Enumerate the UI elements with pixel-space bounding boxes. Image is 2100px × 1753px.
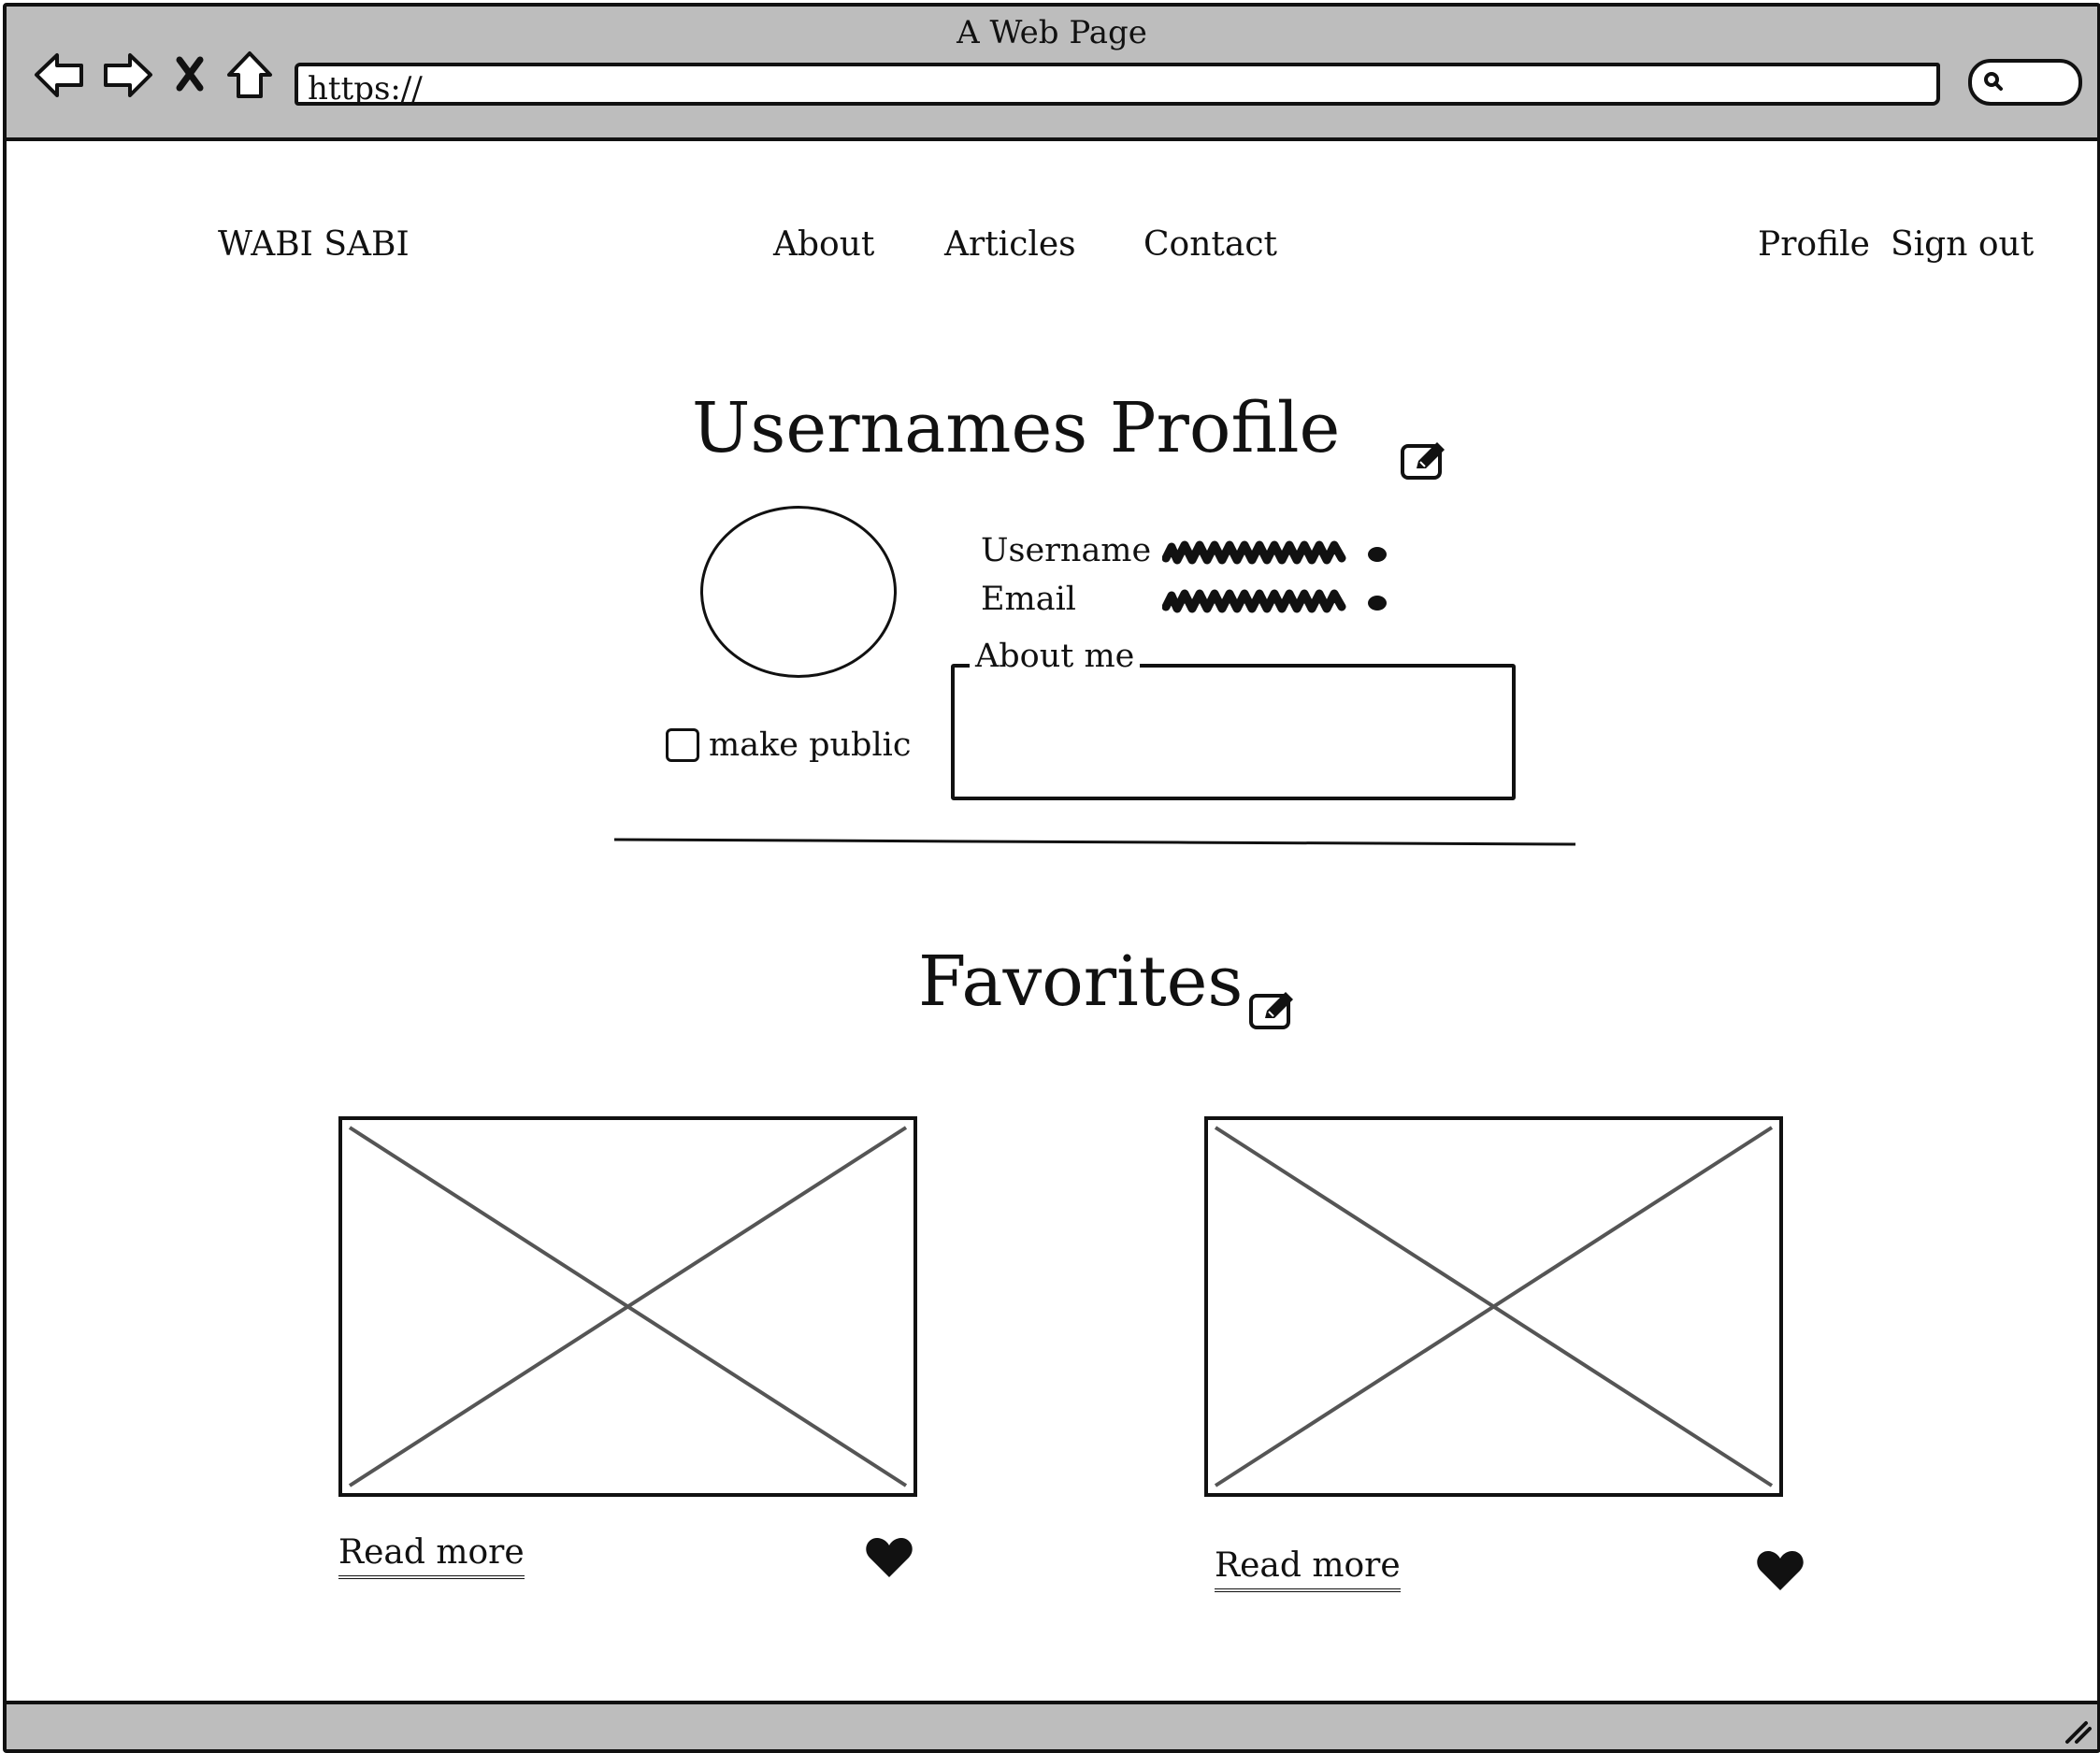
make-public-checkbox[interactable] <box>666 728 699 762</box>
stop-icon[interactable] <box>171 44 209 106</box>
heart-icon[interactable] <box>865 1536 913 1579</box>
profile-title: Usernames Profile <box>692 388 1341 468</box>
browser-toolbar: A Web Page https:// <box>7 7 2097 141</box>
browser-status-bar <box>7 1701 2097 1749</box>
favorite-image-placeholder[interactable] <box>1204 1116 1783 1497</box>
make-public-toggle[interactable]: make public <box>666 726 911 764</box>
url-bar[interactable]: https:// <box>295 63 1940 108</box>
edit-favorites-icon[interactable] <box>1248 988 1299 1031</box>
nav-link-about[interactable]: About <box>773 225 874 264</box>
search-icon <box>1984 72 2003 91</box>
forward-arrow-icon[interactable] <box>100 44 156 106</box>
browser-window: A Web Page https:// WABI SABI About Arti… <box>3 3 2100 1753</box>
read-more-link[interactable]: Read more <box>338 1534 525 1579</box>
nav-link-profile[interactable]: Profile <box>1758 225 1870 264</box>
nav-link-articles[interactable]: Articles <box>944 225 1076 264</box>
read-more-link[interactable]: Read more <box>1215 1547 1401 1592</box>
email-value-redacted <box>1162 589 1387 613</box>
section-divider <box>613 838 1576 846</box>
url-text: https:// <box>308 70 423 108</box>
browser-search-box[interactable] <box>1968 59 2082 106</box>
nav-link-contact[interactable]: Contact <box>1143 225 1277 264</box>
edit-profile-icon[interactable] <box>1400 438 1450 481</box>
about-me-field[interactable]: About me <box>951 638 1516 800</box>
window-title: A Web Page <box>957 14 1147 51</box>
username-label: Username <box>981 532 1152 569</box>
resize-grip-icon[interactable] <box>2062 1717 2092 1746</box>
favorites-title: Favorites <box>918 941 1244 1022</box>
about-me-label: About me <box>970 638 1141 675</box>
nav-link-sign-out[interactable]: Sign out <box>1891 225 2034 264</box>
make-public-label: make public <box>709 726 912 764</box>
email-label: Email <box>981 581 1076 618</box>
back-arrow-icon[interactable] <box>31 44 87 106</box>
home-icon[interactable] <box>222 44 278 106</box>
favorite-image-placeholder[interactable] <box>338 1116 917 1497</box>
avatar <box>700 506 897 678</box>
username-value-redacted <box>1162 540 1387 565</box>
heart-icon[interactable] <box>1756 1549 1805 1592</box>
site-brand[interactable]: WABI SABI <box>218 225 410 264</box>
